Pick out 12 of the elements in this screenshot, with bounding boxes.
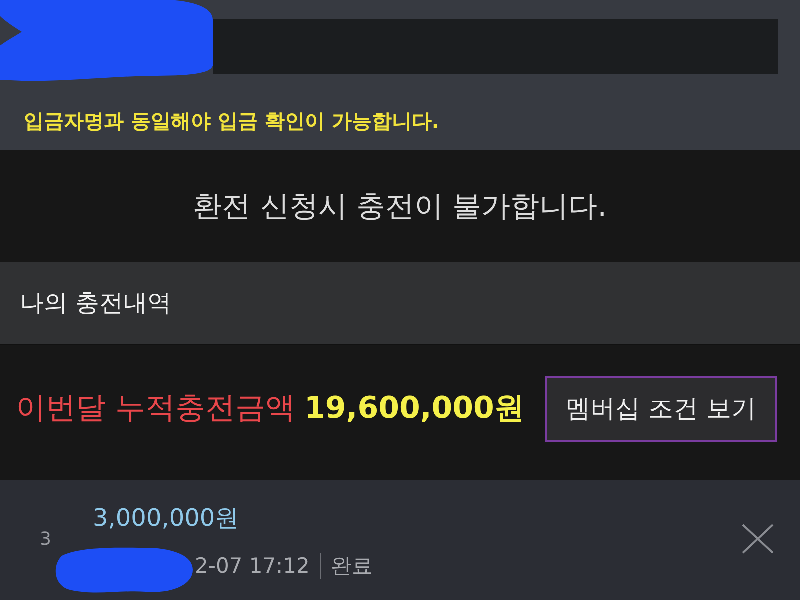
close-icon[interactable] — [742, 524, 774, 554]
hint-text: 입금자명과 동일해야 입금 확인이 가능합니다. — [24, 108, 440, 134]
row-index: 3 — [40, 528, 52, 552]
section-title: 나의 충전내역 — [20, 288, 172, 318]
total-label: 이번달 누적충전금액 — [16, 390, 296, 428]
status-text: 완료 — [330, 553, 373, 580]
membership-button[interactable]: 멤버십 조건 보기 — [545, 376, 777, 442]
charge-amount: 3,000,000원 — [93, 504, 240, 532]
notice-text: 환전 신청시 충전이 불가합니다. — [193, 188, 607, 224]
input-field[interactable] — [213, 19, 778, 74]
date-time: 2-07 17:12 — [195, 553, 310, 580]
total-amount: 19,600,000원 — [304, 390, 524, 428]
